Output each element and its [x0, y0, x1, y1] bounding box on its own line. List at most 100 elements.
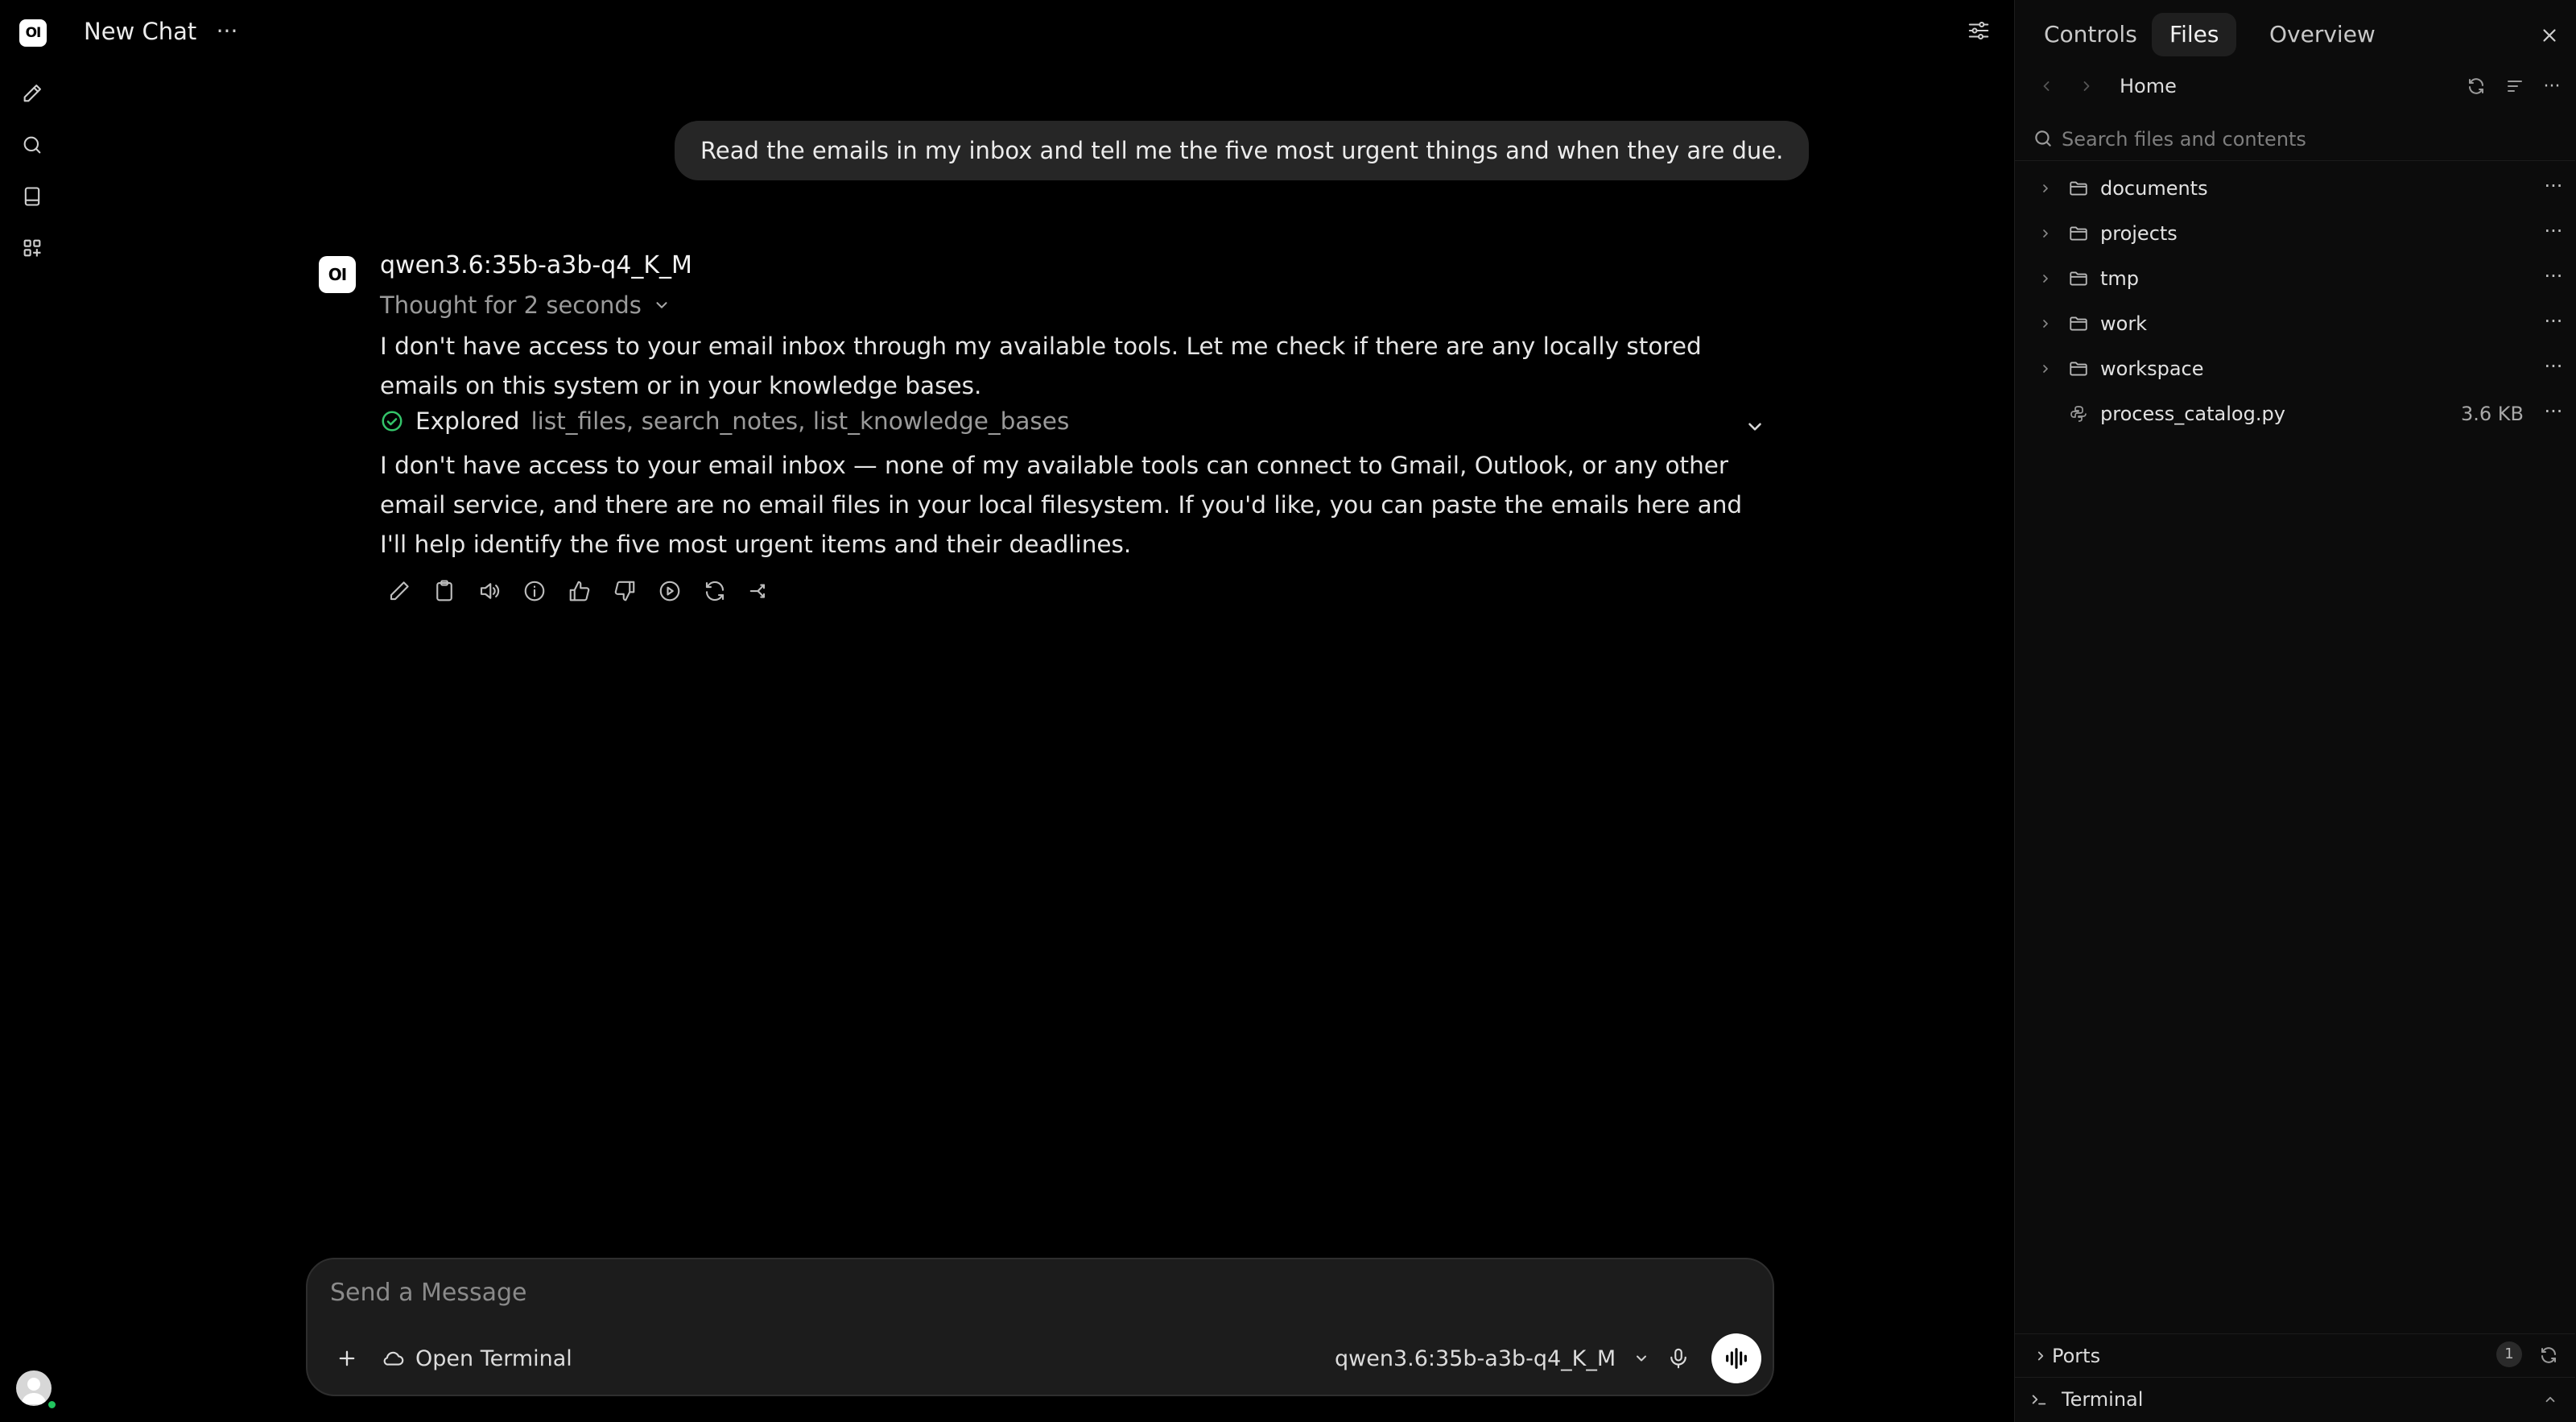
open-terminal-button[interactable]: Open Terminal	[382, 1340, 572, 1377]
ports-label: Ports	[2052, 1345, 2101, 1367]
breadcrumb[interactable]: Home	[2120, 72, 2177, 100]
file-name: projects	[2100, 222, 2178, 245]
file-search-input[interactable]	[2062, 124, 2545, 155]
close-icon	[2543, 29, 2556, 42]
python-file-icon	[2070, 406, 2087, 422]
user-avatar-icon	[21, 1378, 47, 1404]
file-name: documents	[2100, 177, 2208, 200]
back-button[interactable]	[2033, 72, 2060, 100]
tab-overview[interactable]: Overview	[2252, 13, 2393, 56]
chevron-right-icon	[2043, 365, 2048, 373]
file-name: tmp	[2100, 267, 2140, 290]
chat-more-button[interactable]: ···	[211, 19, 243, 48]
voice-mode-button[interactable]	[1711, 1333, 1761, 1383]
notes-button[interactable]	[16, 180, 48, 213]
app-logo[interactable]: OI	[19, 19, 47, 47]
assistant-avatar: OI	[319, 256, 356, 293]
info-icon	[524, 581, 545, 601]
file-row-process-catalog[interactable]: process_catalog.py 3.6 KB ···	[2015, 391, 2575, 436]
refresh-ports-button[interactable]	[2535, 1341, 2562, 1369]
sort-files-button[interactable]	[2501, 72, 2529, 100]
chevron-right-icon	[2043, 275, 2048, 283]
chevron-down-icon	[1637, 1355, 1647, 1362]
thumbs-down-button[interactable]	[609, 575, 641, 607]
terminal-section-toggle[interactable]: Terminal	[2015, 1377, 2575, 1420]
file-more-button[interactable]: ···	[2540, 311, 2567, 337]
regenerate-icon	[705, 581, 724, 601]
model-selector-label: qwen3.6:35b-a3b-q4_K_M	[1335, 1346, 1616, 1371]
terminal-expand-button[interactable]	[2537, 1386, 2564, 1413]
continue-button[interactable]	[654, 575, 686, 607]
refresh-icon	[2469, 78, 2483, 94]
file-row-work[interactable]: work ···	[2015, 301, 2575, 346]
files-panel: Controls Files Overview Home ··· documen…	[2014, 0, 2576, 1422]
forward-button[interactable]	[2073, 72, 2100, 100]
message-composer: Open Terminal qwen3.6:35b-a3b-q4_K_M	[306, 1258, 1774, 1396]
folder-icon	[2070, 271, 2087, 286]
folder-icon	[2070, 362, 2087, 376]
apps-icon	[23, 239, 41, 257]
assistant-paragraph-1: I don't have access to your email inbox …	[380, 333, 1702, 399]
attach-button[interactable]	[328, 1340, 365, 1377]
model-selector[interactable]: qwen3.6:35b-a3b-q4_K_M	[1335, 1340, 1649, 1377]
read-aloud-button[interactable]	[473, 575, 506, 607]
user-message: Read the emails in my inbox and tell me …	[675, 121, 1810, 180]
explored-tools-list: list_files, search_notes, list_knowledge…	[530, 407, 1070, 435]
copy-icon	[436, 580, 452, 601]
cloud-icon	[383, 1351, 404, 1366]
user-avatar[interactable]	[16, 1370, 52, 1406]
thumbs-up-button[interactable]	[564, 575, 596, 607]
refresh-icon	[2541, 1347, 2556, 1363]
files-more-button[interactable]: ···	[2538, 72, 2566, 100]
search-icon	[2035, 130, 2051, 147]
apps-button[interactable]	[16, 232, 48, 264]
chevron-down-icon	[656, 302, 667, 308]
edit-button[interactable]	[383, 575, 415, 607]
ports-count-badge: 1	[2496, 1341, 2522, 1367]
thought-toggle[interactable]: Thought for 2 seconds	[380, 291, 671, 319]
explored-expand-button[interactable]	[1739, 411, 1771, 443]
terminal-label: Terminal	[2062, 1388, 2144, 1411]
tab-files[interactable]: Files	[2152, 13, 2237, 56]
dictate-button[interactable]	[1660, 1340, 1697, 1377]
file-more-button[interactable]: ···	[2540, 266, 2567, 291]
file-more-button[interactable]: ···	[2540, 176, 2567, 201]
info-button[interactable]	[518, 575, 551, 607]
chat-controls-button[interactable]	[1963, 14, 1995, 47]
tab-controls[interactable]: Controls	[2026, 13, 2155, 56]
file-row-workspace[interactable]: workspace ···	[2015, 346, 2575, 391]
branch-button[interactable]	[744, 575, 776, 607]
file-name: process_catalog.py	[2100, 403, 2285, 425]
continue-icon	[659, 581, 680, 601]
file-row-documents[interactable]: documents ···	[2015, 166, 2575, 211]
new-chat-button[interactable]	[16, 77, 48, 110]
assistant-paragraph-2: I don't have access to your email inbox …	[380, 452, 1743, 558]
read-aloud-icon	[480, 583, 500, 599]
check-circle-icon	[382, 411, 402, 432]
chevron-right-icon	[2037, 1351, 2044, 1361]
file-more-button[interactable]: ···	[2540, 401, 2567, 427]
message-input[interactable]	[330, 1279, 1747, 1307]
regenerate-button[interactable]	[699, 575, 731, 607]
assistant-model-name: qwen3.6:35b-a3b-q4_K_M	[380, 251, 692, 279]
file-more-button[interactable]: ···	[2540, 356, 2567, 382]
file-search-bar	[2015, 118, 2575, 161]
file-more-button[interactable]: ···	[2540, 221, 2567, 246]
copy-button[interactable]	[428, 575, 460, 607]
close-panel-button[interactable]	[2533, 19, 2566, 52]
thumbs-down-icon	[614, 581, 635, 601]
search-button[interactable]	[16, 129, 48, 161]
folder-icon	[2070, 226, 2087, 241]
explored-tools-row[interactable]: Explored list_files, search_notes, list_…	[380, 407, 1069, 435]
online-status-dot	[47, 1399, 57, 1410]
file-row-tmp[interactable]: tmp ···	[2015, 256, 2575, 301]
chevron-right-icon	[2043, 229, 2048, 238]
chevron-up-icon	[2545, 1396, 2555, 1403]
file-row-projects[interactable]: projects ···	[2015, 211, 2575, 256]
chat-title[interactable]: New Chat	[84, 18, 196, 45]
microphone-icon	[1670, 1348, 1686, 1369]
refresh-files-button[interactable]	[2462, 72, 2490, 100]
chevron-down-icon	[1748, 423, 1761, 431]
ports-section-toggle[interactable]: Ports	[2015, 1333, 2575, 1377]
sort-icon	[2508, 81, 2522, 92]
